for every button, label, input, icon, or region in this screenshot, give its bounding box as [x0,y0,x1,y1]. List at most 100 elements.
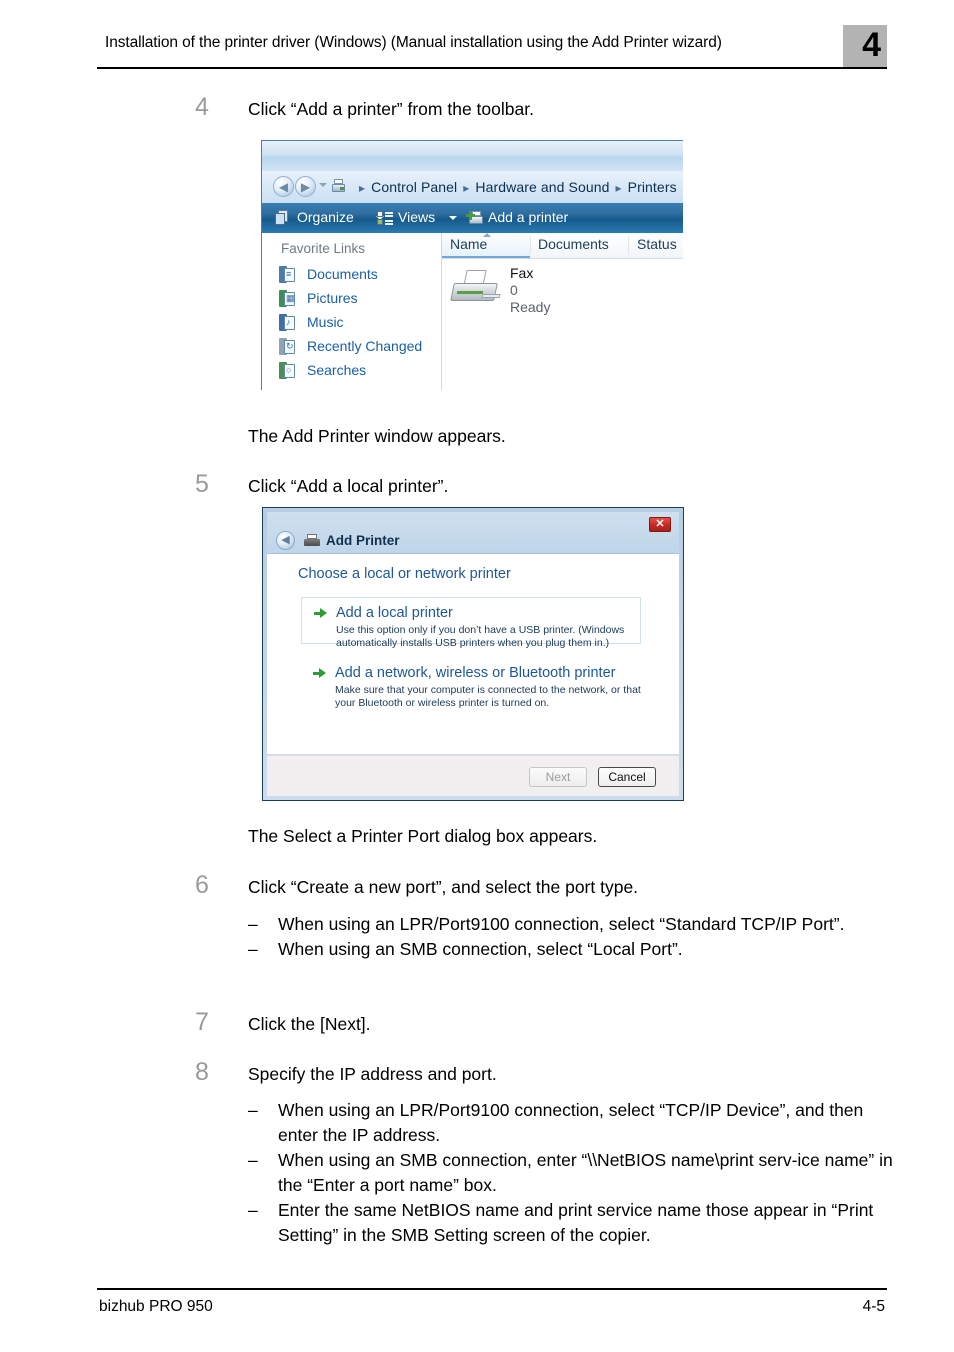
green-arrow-icon [313,668,326,679]
add-a-printer-button[interactable]: Add a printer [488,208,568,227]
column-header-status[interactable]: Status [637,236,677,252]
add-printer-icon [466,210,484,226]
breadcrumb-item-hardware-and-sound[interactable]: Hardware and Sound [475,179,609,195]
option-title[interactable]: Add a local printer [336,605,453,621]
dash-marker: – [248,939,258,959]
forward-arrow-icon: ▶ [300,179,311,194]
step-6-number: 6 [195,871,209,899]
dialog-heading: Choose a local or network printer [298,566,511,582]
views-chevron-down-icon[interactable] [449,216,457,220]
column-header-name[interactable]: Name [450,236,487,252]
dialog-titlebar: ◀ Add Printer ✕ [267,512,679,554]
printer-status: Ready [510,299,551,315]
step-4-result-text: The Add Printer window appears. [248,426,506,446]
list-item: – When using an SMB connection, select “… [248,937,908,962]
explorer-window-screenshot: ◀ ▶ ▸ Control Panel ▸ Hardware and Sound ▸ Pr… [261,140,683,390]
next-button[interactable]: Next [529,767,587,787]
fax-printer-icon [450,270,501,304]
sidebar-item-label: Pictures [307,290,358,306]
organize-button[interactable]: Organize [297,208,354,227]
forward-button[interactable]: ▶ [295,176,316,197]
add-local-printer-option-box[interactable]: Add a local printer Use this option only… [301,597,641,649]
header-rule [97,67,887,69]
column-header-documents[interactable]: Documents [538,236,609,252]
list-item-text: When using an LPR/Port9100 connection, s… [278,1100,864,1145]
dialog-back-button[interactable]: ◀ [276,531,295,550]
back-arrow-icon: ◀ [278,179,289,194]
printer-document-count: 0 [510,282,518,298]
column-header-row: Name Documents Status [442,233,683,259]
step-4-number: 4 [195,93,209,121]
music-icon: ♪ [279,314,296,331]
list-item[interactable]: Fax 0 Ready [450,265,652,325]
sidebar-item-label: Documents [307,266,378,282]
views-icon [377,210,393,226]
step-5-result-text: The Select a Printer Port dialog box app… [248,826,598,846]
list-item: – When using an LPR/Port9100 connection,… [248,912,908,937]
dash-marker: – [248,1100,258,1120]
chapter-number: 4 [862,26,881,64]
dialog-title: Add Printer [326,533,400,548]
page-header: Installation of the printer driver (Wind… [97,25,887,72]
dialog-footer: Next Cancel [267,755,679,796]
footer-product-name: bizhub PRO 950 [99,1298,213,1315]
step-5-number: 5 [195,470,209,498]
header-title: Installation of the printer driver (Wind… [105,34,722,51]
explorer-navigation-pane: Favorite Links ≡ Documents ▦ Pictures ♪ [262,233,442,390]
sidebar-item-label: Searches [307,362,367,378]
step-4-text: Click “Add a printer” from the toolbar. [248,99,534,119]
pictures-icon: ▦ [279,290,296,307]
breadcrumb[interactable]: ▸ Control Panel ▸ Hardware and Sound ▸ Printe… [353,179,677,195]
green-arrow-icon [314,608,327,619]
step-7-number: 7 [195,1008,209,1036]
list-item-text: Enter the same NetBIOS name and print se… [278,1200,874,1245]
dash-marker: – [248,914,258,934]
breadcrumb-item-control-panel[interactable]: Control Panel [371,179,457,195]
dialog-content: Choose a local or network printer Add a … [267,554,679,754]
printer-name: Fax [510,265,534,281]
footer-rule [97,1288,887,1290]
footer-page-number: 4-5 [862,1298,885,1315]
step-5-text: Click “Add a local printer”. [248,476,449,496]
cancel-button[interactable]: Cancel [598,767,656,787]
explorer-toolbar: Organize Views Add a printer [262,203,683,234]
step-6-bullet-list: – When using an LPR/Port9100 connection,… [248,912,908,962]
dash-marker: – [248,1200,258,1220]
recent-pages-chevron-down-icon[interactable] [319,183,327,187]
sidebar-item-label: Recently Changed [307,338,423,354]
step-6-text: Click “Create a new port”, and select th… [248,877,639,897]
step-8-text: Specify the IP address and port. [248,1064,497,1084]
back-button[interactable]: ◀ [273,176,294,197]
column-divider[interactable] [628,236,629,254]
views-button[interactable]: Views [398,208,435,227]
option-title[interactable]: Add a network, wireless or Bluetooth pri… [335,665,615,681]
step-8-bullet-list: – When using an LPR/Port9100 connection,… [248,1098,908,1248]
add-printer-dialog-screenshot: ◀ Add Printer ✕ Choose a local or networ… [262,507,684,801]
printer-folder-icon [331,179,347,194]
dialog-inner: ◀ Add Printer ✕ Choose a local or networ… [267,512,679,796]
column-divider[interactable] [530,236,531,254]
explorer-body: Favorite Links ≡ Documents ▦ Pictures ♪ [262,233,683,390]
list-item: – Enter the same NetBIOS name and print … [248,1198,908,1248]
list-item-text: When using an SMB connection, enter “\\N… [278,1150,893,1195]
explorer-file-list: Name Documents Status Fax 0 Ready [442,233,683,390]
recently-changed-icon: ↻ [279,338,296,355]
dash-marker: – [248,1150,258,1170]
list-item: – When using an SMB connection, enter “\… [248,1148,908,1198]
list-item-text: When using an LPR/Port9100 connection, s… [278,914,845,934]
option-description: Use this option only if you don’t have a… [336,624,625,649]
page-footer: bizhub PRO 950 4-5 [97,1288,887,1328]
step-7-text: Click the [Next]. [248,1014,371,1034]
printer-icon [304,534,320,547]
breadcrumb-item-printers[interactable]: Printers [628,179,677,195]
list-item-text: When using an SMB connection, select “Lo… [278,939,683,959]
breadcrumb-sep-1: ▸ [463,181,470,195]
close-icon[interactable]: ✕ [649,517,671,532]
documents-icon: ≡ [279,266,296,283]
step-8-number: 8 [195,1058,209,1086]
organize-icon [275,210,291,226]
list-item: – When using an LPR/Port9100 connection,… [248,1098,908,1148]
sidebar-item-label: Music [307,314,344,330]
searches-icon: ○ [279,362,296,379]
back-arrow-icon: ◀ [281,534,290,546]
